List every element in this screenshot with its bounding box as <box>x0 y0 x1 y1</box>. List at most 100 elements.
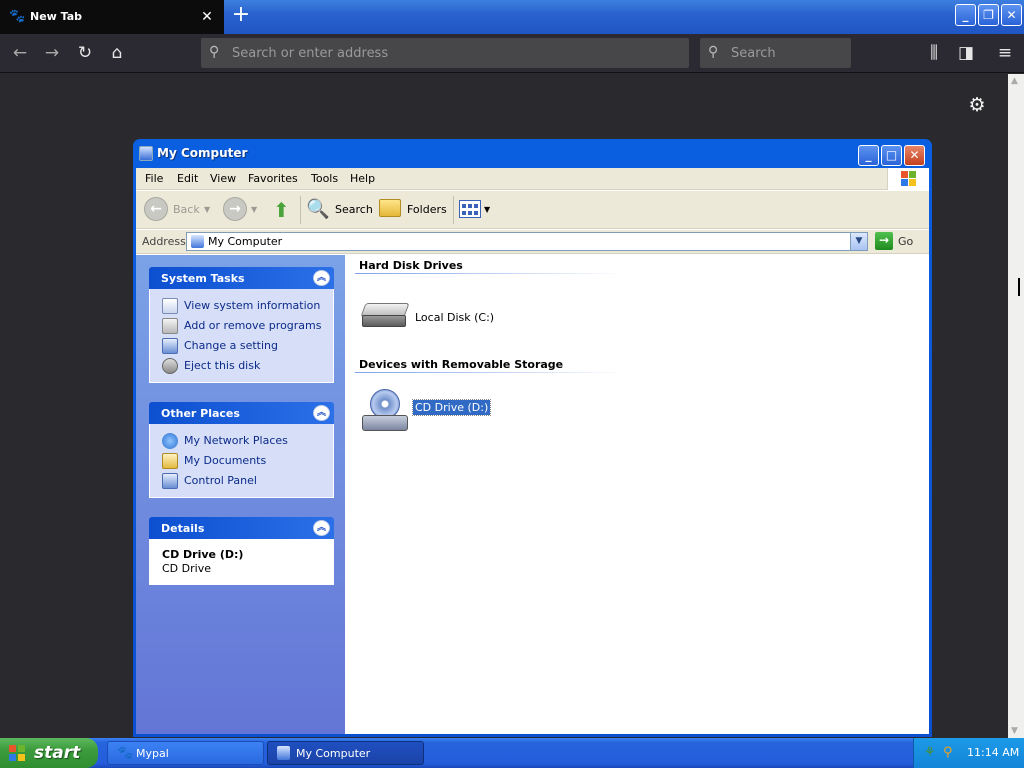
new-tab-button[interactable]: + <box>229 4 253 28</box>
place-control-panel[interactable]: Control Panel <box>150 471 333 491</box>
menu-file[interactable]: File <box>145 172 163 185</box>
back-label: Back <box>173 203 200 216</box>
taskbar-my-computer[interactable]: My Computer <box>267 741 424 765</box>
home-icon[interactable]: ⌂ <box>105 42 129 64</box>
window-body: File Edit View Favorites Tools Help ← Ba… <box>136 168 929 734</box>
start-button[interactable]: start <box>0 738 98 768</box>
windows-flag-icon <box>901 171 917 187</box>
group-hard-disk-drives: Hard Disk Drives <box>359 259 463 272</box>
add-remove-programs-icon <box>162 318 178 334</box>
system-tasks-panel: System Tasks ︽ View system information A… <box>149 267 334 383</box>
collapse-icon[interactable]: ︽ <box>313 520 330 536</box>
place-label: My Documents <box>184 454 267 467</box>
gear-icon[interactable]: ⚙ <box>966 94 988 116</box>
search-label: Search <box>335 203 373 216</box>
toolbar-separator <box>453 196 454 224</box>
url-placeholder: Search or enter address <box>232 46 389 61</box>
window-close-button[interactable]: ✕ <box>904 145 925 166</box>
window-maximize-button[interactable]: □ <box>881 145 902 166</box>
reload-icon[interactable]: ↻ <box>73 42 97 64</box>
menu-favorites[interactable]: Favorites <box>248 172 298 185</box>
collapse-icon[interactable]: ︽ <box>313 270 330 286</box>
place-my-documents[interactable]: My Documents <box>150 451 333 471</box>
clock[interactable]: 11:14 AM <box>967 746 1019 759</box>
sidebar-icon[interactable]: ◨ <box>954 42 978 64</box>
up-folder-icon: ⬆ <box>273 198 290 222</box>
control-panel-icon <box>162 338 178 354</box>
folders-button[interactable]: Folders <box>379 197 447 223</box>
search-icon: ⚲ <box>209 44 220 60</box>
forward-arrow-icon: → <box>223 197 247 221</box>
network-tray-icon[interactable]: ⚘ <box>924 745 940 761</box>
menu-edit[interactable]: Edit <box>177 172 198 185</box>
go-arrow-icon[interactable]: → <box>875 232 893 250</box>
library-icon[interactable]: ⫼ <box>922 42 946 64</box>
my-computer-icon <box>191 235 204 248</box>
hard-disk-icon <box>360 299 410 333</box>
taskbar-mypal[interactable]: 🐾 Mypal <box>107 741 264 765</box>
task-view-system-information[interactable]: View system information <box>150 296 333 316</box>
close-button[interactable]: ✕ <box>1001 4 1022 26</box>
start-label: start <box>34 743 81 763</box>
cd-drive-icon <box>361 389 409 437</box>
back-icon[interactable]: ← <box>8 42 32 64</box>
forward-dropdown-icon: ▼ <box>251 205 258 214</box>
window-title: My Computer <box>157 146 248 160</box>
task-label: Change a setting <box>184 339 278 352</box>
mypal-icon: 🐾 <box>117 746 134 761</box>
window-minimize-button[interactable]: _ <box>858 145 879 166</box>
minimize-button[interactable]: _ <box>955 4 976 26</box>
tab-new-tab[interactable]: 🐾 New Tab ✕ <box>0 0 224 34</box>
group-divider <box>355 273 625 274</box>
url-bar[interactable]: ⚲ Search or enter address <box>201 38 689 68</box>
vertical-scrollbar[interactable]: ▲ ▼ <box>1008 74 1024 738</box>
menu-help[interactable]: Help <box>350 172 375 185</box>
address-value: My Computer <box>208 235 283 248</box>
up-folder-button[interactable]: ⬆ <box>271 197 295 223</box>
back-button[interactable]: ← Back ▼ <box>144 197 216 223</box>
search-button[interactable]: 🔍 Search <box>306 197 373 223</box>
collapse-icon[interactable]: ︽ <box>313 405 330 421</box>
forward-icon[interactable]: → <box>40 42 64 64</box>
task-pane: System Tasks ︽ View system information A… <box>136 255 345 734</box>
folders-icon <box>379 199 401 217</box>
task-add-remove-programs[interactable]: Add or remove programs <box>150 316 333 336</box>
group-removable-storage: Devices with Removable Storage <box>359 358 564 371</box>
taskbar-item-label: Mypal <box>136 747 169 760</box>
magnifier-icon: 🔍 <box>306 198 330 220</box>
details-title: Details <box>161 522 205 535</box>
task-label: View system information <box>184 299 321 312</box>
toolbar: ← Back ▼ → ▼ ⬆ 🔍 Search Folders ▼ <box>136 191 929 229</box>
my-computer-icon <box>139 146 153 161</box>
forward-button[interactable]: → ▼ <box>223 197 263 223</box>
menu-view[interactable]: View <box>210 172 236 185</box>
back-dropdown-icon: ▼ <box>204 205 211 214</box>
eject-disk-icon <box>162 358 178 374</box>
place-my-network-places[interactable]: My Network Places <box>150 431 333 451</box>
task-eject-disk[interactable]: Eject this disk <box>150 356 333 376</box>
address-field[interactable]: My Computer ▼ <box>186 232 868 251</box>
system-tasks-header[interactable]: System Tasks ︽ <box>149 267 334 289</box>
details-header[interactable]: Details ︽ <box>149 517 334 539</box>
menu-icon[interactable]: ≡ <box>993 42 1017 64</box>
scroll-up-icon[interactable]: ▲ <box>1011 76 1018 86</box>
my-documents-icon <box>162 453 178 469</box>
task-change-setting[interactable]: Change a setting <box>150 336 333 356</box>
menu-tools[interactable]: Tools <box>311 172 338 185</box>
task-label: Eject this disk <box>184 359 261 372</box>
search-placeholder: Search <box>731 46 776 61</box>
tab-close-button[interactable]: ✕ <box>199 8 215 26</box>
address-label: Address <box>142 235 186 248</box>
back-arrow-icon: ← <box>144 197 168 221</box>
search-tray-icon[interactable]: ⚲ <box>943 745 959 761</box>
search-bar[interactable]: ⚲ Search <box>700 38 851 68</box>
place-label: My Network Places <box>184 434 288 447</box>
go-button[interactable]: Go <box>898 235 913 248</box>
scroll-down-icon[interactable]: ▼ <box>1011 726 1018 736</box>
details-body: CD Drive (D:) CD Drive <box>149 539 334 585</box>
restore-button[interactable]: ❐ <box>978 4 999 26</box>
other-places-header[interactable]: Other Places ︽ <box>149 402 334 424</box>
address-dropdown-icon[interactable]: ▼ <box>850 233 867 250</box>
my-computer-icon <box>277 746 290 760</box>
views-button[interactable]: ▼ <box>459 197 493 223</box>
